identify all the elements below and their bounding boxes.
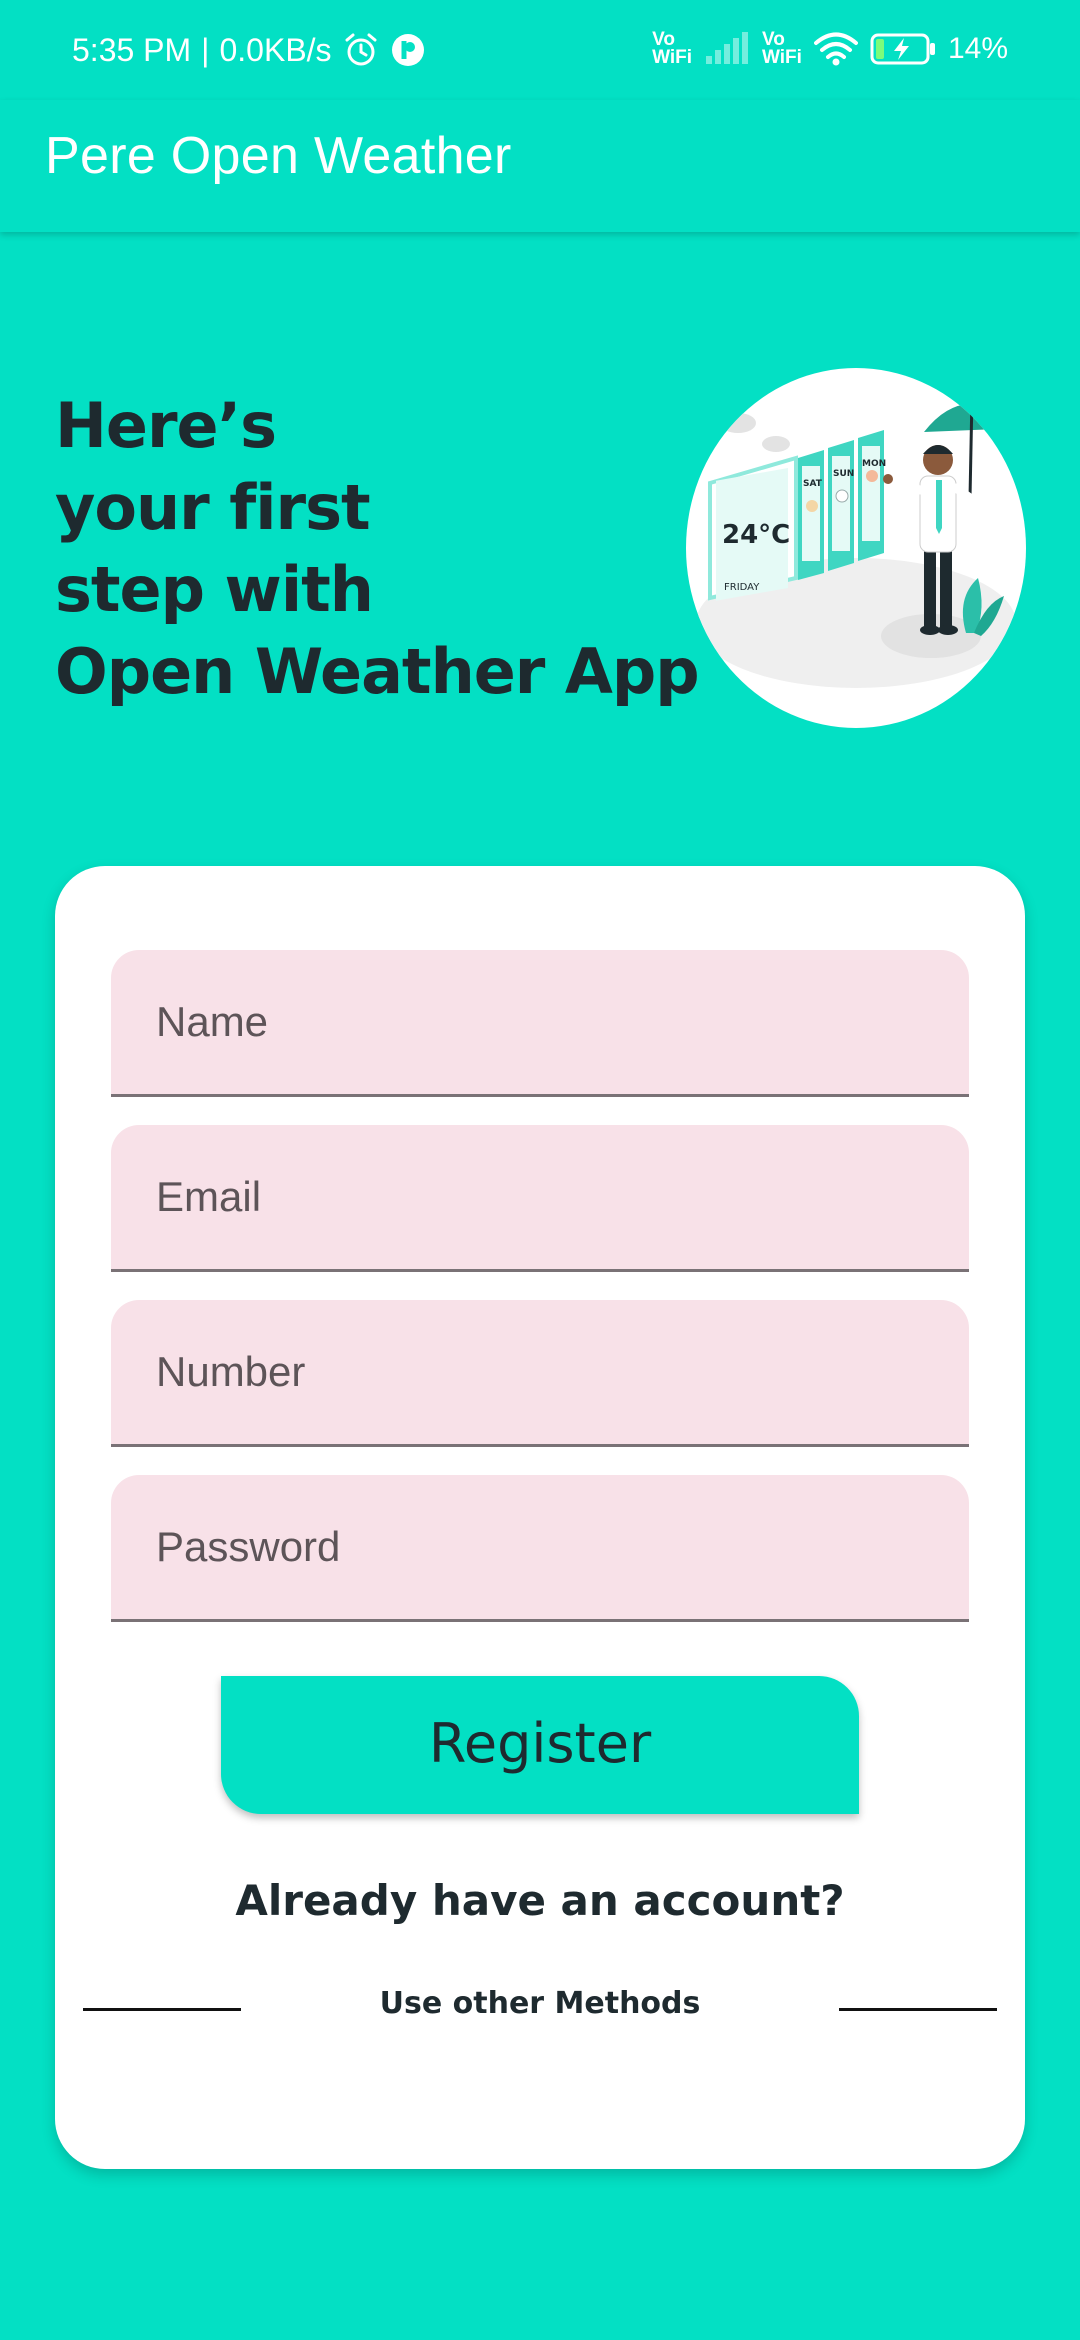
password-field[interactable] xyxy=(111,1475,969,1622)
illustration-temperature: 24°C xyxy=(722,520,790,550)
registration-card: Register Already have an account? Use ot… xyxy=(55,866,1025,2169)
volte-bottom-2: WiFi xyxy=(762,47,802,68)
volte-wifi-label-2: Vo WiFi xyxy=(762,30,802,68)
volte-wifi-label-1: Vo WiFi xyxy=(652,30,693,68)
battery-charging-icon xyxy=(870,32,936,66)
app-title: Pere Open Weather xyxy=(45,127,512,185)
battery-percent: 14% xyxy=(947,32,1008,65)
hero-heading: Here’s your first step with Open Weather… xyxy=(55,389,700,708)
status-time: 5:35 PM xyxy=(72,31,192,68)
signal-icon xyxy=(704,32,750,66)
app-notification-icon xyxy=(390,32,426,68)
register-button[interactable]: Register xyxy=(221,1676,859,1814)
app-bar: Pere Open Weather xyxy=(0,100,1080,232)
name-input[interactable] xyxy=(111,950,969,1094)
email-input[interactable] xyxy=(111,1125,969,1269)
other-methods-label: Use other Methods xyxy=(379,1986,701,2021)
status-bar: 5:35 PM | 0.0KB/s Vo WiFi Vo WiFi 14% xyxy=(0,0,1080,100)
status-network-speed: 0.0KB/s xyxy=(219,31,332,68)
weather-illustration: 24°C FRIDAY SAT SUN MON xyxy=(686,368,1026,728)
status-separator: | xyxy=(201,31,210,68)
divider-right xyxy=(839,2008,997,2011)
illustration-day-mon: MON xyxy=(862,459,886,469)
number-field[interactable] xyxy=(111,1300,969,1447)
password-input[interactable] xyxy=(111,1475,969,1619)
email-field[interactable] xyxy=(111,1125,969,1272)
status-right: Vo WiFi Vo WiFi 14% xyxy=(652,24,1008,74)
already-have-account-link[interactable]: Already have an account? xyxy=(55,1876,1025,1925)
status-left: 5:35 PM | 0.0KB/s xyxy=(72,28,426,72)
volte-bottom: WiFi xyxy=(652,47,693,68)
wifi-icon xyxy=(813,32,858,66)
number-input[interactable] xyxy=(111,1300,969,1444)
alarm-icon xyxy=(342,31,380,69)
illustration-day-sat: SAT xyxy=(803,479,823,489)
illustration-day: FRIDAY xyxy=(724,582,760,593)
illustration-day-sun: SUN xyxy=(833,469,854,479)
register-button-label: Register xyxy=(428,1711,652,1775)
name-field[interactable] xyxy=(111,950,969,1097)
